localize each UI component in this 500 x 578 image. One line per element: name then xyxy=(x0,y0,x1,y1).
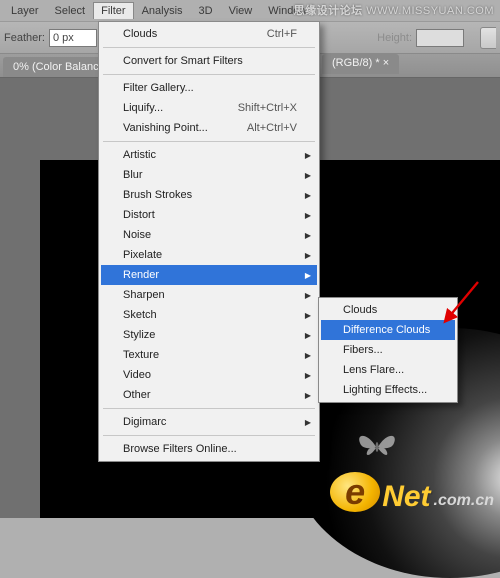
render-clouds[interactable]: Clouds xyxy=(321,300,455,320)
annotation-arrow-icon xyxy=(440,278,482,324)
menu-3d[interactable]: 3D xyxy=(191,2,221,20)
filter-last[interactable]: CloudsCtrl+F xyxy=(101,24,317,44)
filter-group-blur[interactable]: Blur xyxy=(101,165,317,185)
menu-select[interactable]: Select xyxy=(47,2,94,20)
enet-logo: e Net .com.cn xyxy=(330,472,494,512)
feather-input[interactable]: 0 px xyxy=(49,29,97,47)
menu-analysis[interactable]: Analysis xyxy=(134,2,191,20)
filter-group-sharpen[interactable]: Sharpen xyxy=(101,285,317,305)
filter-group-artistic[interactable]: Artistic xyxy=(101,145,317,165)
render-lighting-effects[interactable]: Lighting Effects... xyxy=(321,380,455,400)
height-input xyxy=(416,29,464,47)
filter-group-stylize[interactable]: Stylize xyxy=(101,325,317,345)
filter-group-pixelate[interactable]: Pixelate xyxy=(101,245,317,265)
render-fibers[interactable]: Fibers... xyxy=(321,340,455,360)
document-tab-right[interactable]: (RGB/8) * × xyxy=(322,54,399,74)
filter-group-texture[interactable]: Texture xyxy=(101,345,317,365)
render-submenu: Clouds Difference Clouds Fibers... Lens … xyxy=(318,297,458,403)
filter-group-other[interactable]: Other xyxy=(101,385,317,405)
render-lens-flare[interactable]: Lens Flare... xyxy=(321,360,455,380)
filter-vanishing[interactable]: Vanishing Point...Alt+Ctrl+V xyxy=(101,118,317,138)
filter-group-brush-strokes[interactable]: Brush Strokes xyxy=(101,185,317,205)
menu-view[interactable]: View xyxy=(221,2,261,20)
filter-liquify[interactable]: Liquify...Shift+Ctrl+X xyxy=(101,98,317,118)
filter-convert-smart[interactable]: Convert for Smart Filters xyxy=(101,51,317,71)
filter-browse-online[interactable]: Browse Filters Online... xyxy=(101,439,317,459)
filter-group-distort[interactable]: Distort xyxy=(101,205,317,225)
feather-label: Feather: xyxy=(4,32,45,44)
height-label: Height: xyxy=(377,32,412,44)
render-difference-clouds[interactable]: Difference Clouds xyxy=(321,320,455,340)
filter-group-render[interactable]: Render xyxy=(101,265,317,285)
filter-group-noise[interactable]: Noise xyxy=(101,225,317,245)
filter-group-sketch[interactable]: Sketch xyxy=(101,305,317,325)
toolbar-end-button[interactable] xyxy=(480,27,496,49)
filter-group-video[interactable]: Video xyxy=(101,365,317,385)
menu-layer[interactable]: Layer xyxy=(3,2,47,20)
watermark-top: 思缘设计论坛 WWW.MISSYUAN.COM xyxy=(294,2,494,18)
menu-filter[interactable]: Filter xyxy=(93,2,133,19)
filter-gallery[interactable]: Filter Gallery... xyxy=(101,78,317,98)
filter-digimarc[interactable]: Digimarc xyxy=(101,412,317,432)
butterfly-icon xyxy=(354,427,400,464)
filter-dropdown: CloudsCtrl+F Convert for Smart Filters F… xyxy=(98,21,320,462)
